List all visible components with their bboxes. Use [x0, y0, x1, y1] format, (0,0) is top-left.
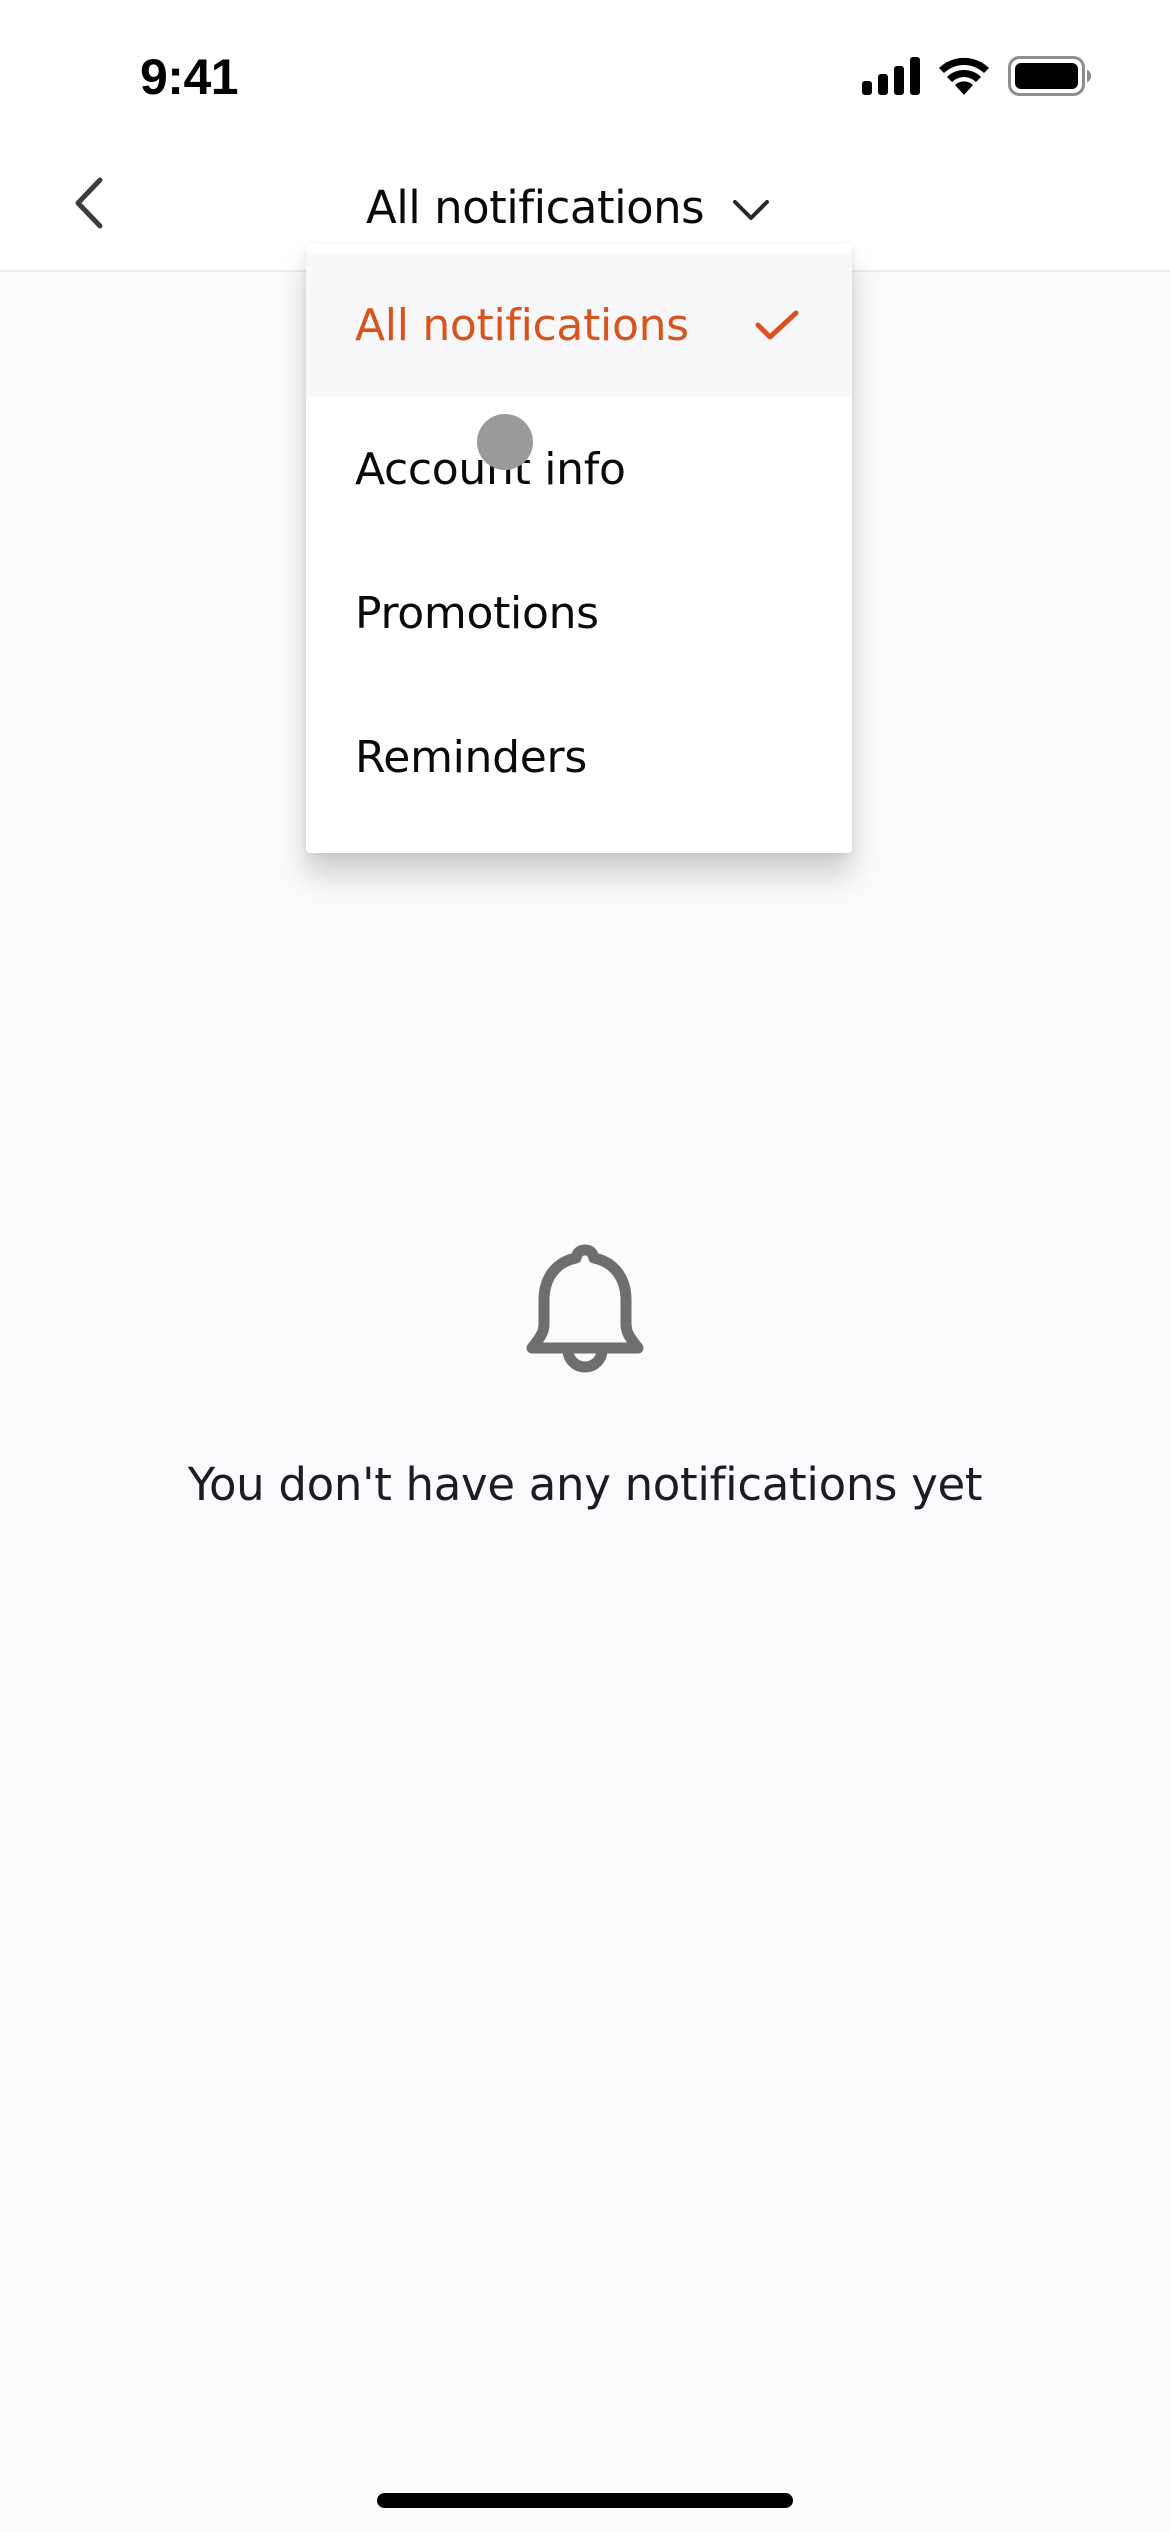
battery-icon [1008, 56, 1092, 100]
menu-item-reminders[interactable]: Reminders [306, 685, 852, 829]
menu-item-label: Promotions [355, 587, 599, 639]
menu-item-promotions[interactable]: Promotions [306, 541, 852, 685]
status-bar: 9:41 [0, 0, 1170, 150]
cellular-signal-icon [862, 57, 920, 99]
chevron-left-icon [72, 176, 108, 234]
menu-item-label: All notifications [355, 299, 689, 351]
filter-dropdown-menu: All notifications Account info Promotion… [306, 244, 852, 853]
status-icons [862, 56, 1092, 100]
back-button[interactable] [60, 175, 120, 235]
menu-top-padding [306, 244, 852, 253]
menu-item-label: Reminders [355, 731, 587, 783]
menu-item-label: Account info [355, 443, 626, 495]
status-time: 9:41 [140, 49, 239, 105]
menu-item-all-notifications[interactable]: All notifications [306, 253, 852, 397]
page-title: All notifications [366, 180, 705, 234]
empty-state-message: You don't have any notifications yet [187, 1458, 983, 1511]
home-indicator[interactable] [377, 2493, 793, 2508]
checkmark-icon [754, 309, 800, 341]
chevron-down-icon [732, 199, 770, 221]
notification-filter-dropdown[interactable]: All notifications [366, 172, 770, 242]
bell-icon [524, 1240, 646, 1374]
menu-item-account-info[interactable]: Account info [306, 397, 852, 541]
wifi-icon [938, 57, 990, 99]
